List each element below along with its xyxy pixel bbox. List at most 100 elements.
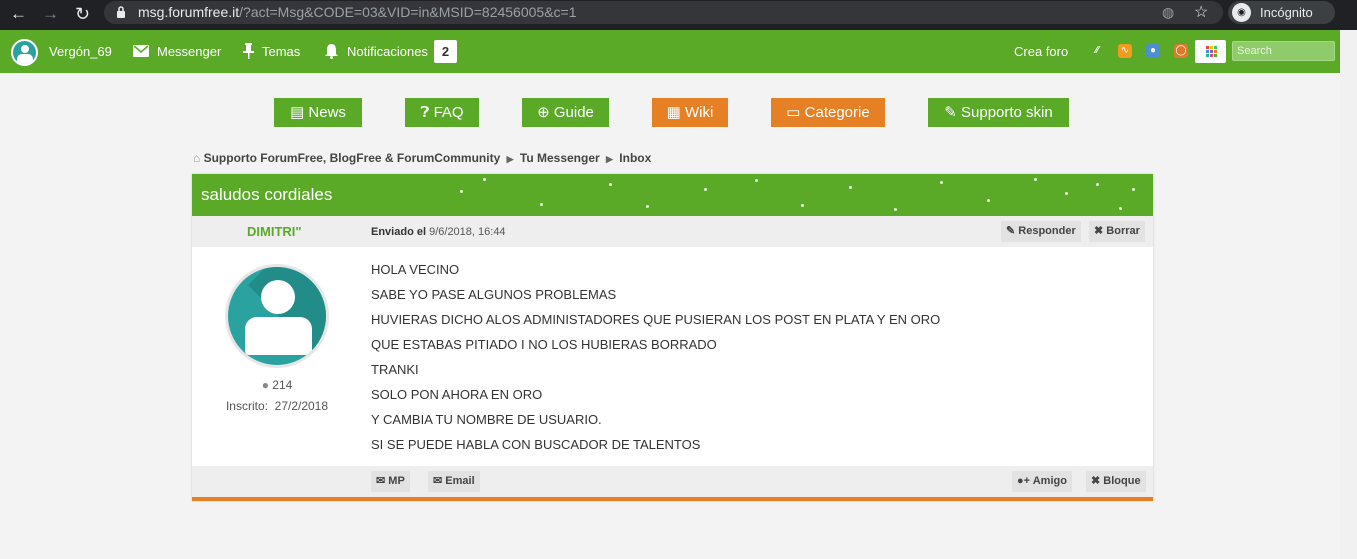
caret-right-icon: ▶	[606, 154, 613, 164]
forumfree-icon[interactable]: ⁄⁄	[1090, 44, 1104, 58]
block-button[interactable]: ✖ Bloque	[1086, 471, 1146, 492]
message-line: SABE YO PASE ALGUNOS PROBLEMAS	[371, 287, 617, 302]
folder-open-icon: ▭	[786, 104, 801, 121]
wiki-label: Wiki	[685, 104, 714, 121]
avatar-head	[261, 280, 295, 314]
browser-toolbar: ← → ↻ msg.forumfree.it/?act=Msg&CODE=03&…	[0, 0, 1357, 30]
reload-icon[interactable]: ↻	[75, 3, 90, 25]
add-friend-button[interactable]: ●+ Amigo	[1012, 471, 1072, 492]
paintbrush-icon: ✎	[944, 104, 957, 121]
registered-label: Inscrito:	[225, 399, 268, 413]
message-line: HOLA VECINO	[371, 262, 460, 277]
mp-button[interactable]: ✉ MP	[371, 471, 410, 492]
forward-arrow-icon[interactable]: →	[42, 3, 59, 25]
post-count-value: 214	[272, 378, 293, 392]
user-avatar[interactable]	[11, 39, 38, 66]
newspaper-icon: ▤	[290, 104, 305, 121]
bookmark-star-icon[interactable]: ☆	[1194, 2, 1208, 22]
delete-button[interactable]: ✖ Borrar	[1089, 221, 1145, 242]
reply-button[interactable]: ✎ Responder	[1001, 221, 1081, 242]
message-title: saludos cordiales	[201, 185, 333, 204]
message-line: TRANKI	[371, 362, 419, 377]
sent-date: 9/6/2018, 16:44	[429, 226, 506, 238]
message-line: SI SE PUEDE HABLA CON BUSCADOR DE TALENT…	[371, 437, 701, 452]
categorie-label: Categorie	[804, 104, 870, 121]
reply-label: Responder	[1018, 225, 1076, 237]
pin-icon	[243, 43, 254, 59]
breadcrumb: ⌂ Supporto ForumFree, BlogFree & ForumCo…	[193, 151, 651, 165]
faq-button[interactable]: ❓︎ FAQ	[405, 98, 479, 127]
message-header: saludos cordiales	[192, 174, 1153, 216]
incognito-icon: ◉	[1232, 3, 1251, 22]
envelope-icon: ✉	[376, 475, 386, 487]
breadcrumb-inbox[interactable]: Inbox	[619, 151, 651, 165]
url-path: /?act=Msg&CODE=03&VID=in&MSID=82456005&c…	[239, 4, 577, 20]
wiki-button[interactable]: ▦ Wiki	[652, 98, 728, 127]
author-sidebar: ● 214 Inscrito: 27/2/2018	[192, 247, 362, 466]
apps-grid-icon[interactable]	[1195, 40, 1226, 63]
message-line: Y CAMBIA TU NOMBRE DE USUARIO.	[371, 412, 602, 427]
notifications-count-badge[interactable]: 2	[434, 40, 457, 63]
avatar-head	[21, 45, 29, 53]
lock-icon	[117, 6, 125, 18]
lifebuoy-icon: ⊕	[537, 104, 550, 121]
user-plus-icon: ●+	[1017, 475, 1031, 487]
rss-icon[interactable]: ∿	[1118, 44, 1132, 58]
faq-label: FAQ	[433, 104, 464, 121]
author-name[interactable]: DIMITRI"	[247, 224, 302, 239]
caret-right-icon: ▶	[506, 154, 514, 164]
sent-label: Enviado el	[371, 226, 427, 238]
close-icon: ✖	[1091, 475, 1101, 487]
url-text: msg.forumfree.it/?act=Msg&CODE=03&VID=in…	[138, 5, 577, 20]
bell-icon	[325, 44, 338, 59]
categorie-button[interactable]: ▭ Categorie	[771, 98, 885, 127]
author-avatar[interactable]	[225, 264, 329, 368]
message-meta-bar: DIMITRI" Enviado el 9/6/2018, 16:44 ✎ Re…	[192, 216, 1153, 247]
book-icon: ▦	[666, 104, 681, 121]
message-line: HUVIERAS DICHO ALOS ADMINISTADORES QUE P…	[371, 312, 941, 327]
message-footer: ✉ MP ✉ Email ●+ Amigo ✖ Bloque	[192, 466, 1153, 497]
url-host: msg.forumfree.it	[138, 4, 240, 20]
supporto-skin-button[interactable]: ✎ Supporto skin	[928, 98, 1069, 127]
guide-label: Guide	[553, 104, 594, 121]
envelope-outline-icon: ✉	[433, 475, 443, 487]
email-button[interactable]: ✉ Email	[428, 471, 480, 492]
registration-info: Inscrito: 27/2/2018	[192, 399, 362, 413]
messenger-link[interactable]: Messenger	[157, 44, 221, 59]
help-ring-icon[interactable]: ◯	[1174, 44, 1188, 58]
message-line: QUE ESTABAS PITIADO I NO LOS HUBIERAS BO…	[371, 337, 717, 352]
incognito-badge[interactable]: ◉ Incógnito	[1228, 1, 1335, 24]
guide-button[interactable]: ⊕ Guide	[522, 98, 609, 127]
avatar-body	[17, 54, 33, 64]
create-forum-link[interactable]: Crea foro	[1014, 44, 1068, 59]
email-label: Email	[445, 475, 475, 487]
close-icon: ✖	[1094, 225, 1104, 237]
message-line: SOLO PON AHORA EN ORO	[371, 387, 543, 402]
temas-link[interactable]: Temas	[262, 44, 300, 59]
question-circle-icon: ❓︎	[420, 104, 430, 121]
envelope-icon	[133, 45, 149, 57]
home-icon: ⌂	[193, 151, 201, 165]
address-bar[interactable]: msg.forumfree.it/?act=Msg&CODE=03&VID=in…	[104, 1, 1223, 24]
avatar-body	[245, 317, 312, 355]
incognito-label: Incógnito	[1260, 5, 1313, 20]
tracking-blocked-eye-icon[interactable]: ◍	[1162, 4, 1174, 21]
supporto-label: Supporto skin	[961, 104, 1053, 121]
page-scrollbar[interactable]	[1340, 30, 1357, 559]
forum-topbar: Vergón_69 Messenger Temas Notificaciones…	[0, 30, 1340, 73]
post-count: ● 214	[192, 378, 362, 392]
search-input[interactable]: Search	[1232, 41, 1335, 61]
message-panel: saludos cordiales DIMITRI" Enviado el 9/…	[192, 174, 1153, 501]
back-arrow-icon[interactable]: ←	[10, 3, 27, 25]
breadcrumb-messenger[interactable]: Tu Messenger	[520, 151, 600, 165]
edit-icon: ✎	[1006, 225, 1016, 237]
comment-icon: ●	[261, 378, 269, 392]
mp-label: MP	[388, 475, 405, 487]
breadcrumb-forum[interactable]: Supporto ForumFree, BlogFree & ForumComm…	[204, 151, 501, 165]
message-body: HOLA VECINO SABE YO PASE ALGUNOS PROBLEM…	[371, 260, 940, 460]
username-link[interactable]: Vergón_69	[49, 44, 112, 59]
notifications-link[interactable]: Notificaciones	[347, 44, 428, 59]
users-icon[interactable]: ●	[1146, 44, 1160, 58]
news-button[interactable]: ▤ News	[274, 98, 362, 127]
friend-label: Amigo	[1032, 475, 1067, 487]
